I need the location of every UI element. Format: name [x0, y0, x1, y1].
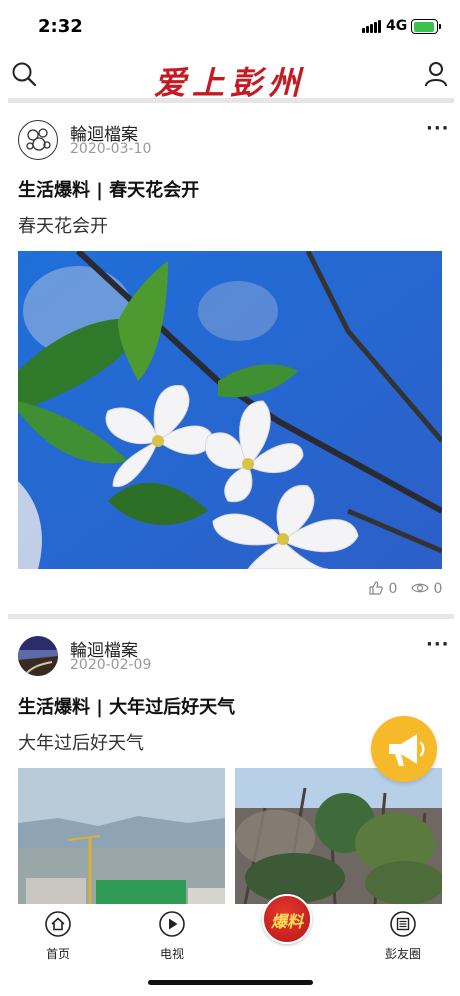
home-icon: [45, 911, 71, 937]
post-body: 春天花会开: [18, 216, 108, 237]
post-body: 大年过后好天气: [18, 733, 144, 754]
eye-icon: [411, 583, 429, 593]
post-image[interactable]: [18, 251, 442, 569]
tab-label: 彭友圈: [384, 947, 421, 961]
newspaper-icon: [390, 911, 416, 937]
tab-tv[interactable]: 电视: [142, 910, 202, 962]
play-icon: [159, 911, 185, 937]
view-count: 0: [433, 581, 443, 597]
post-date: 2020-02-09: [70, 657, 152, 673]
megaphone-fab[interactable]: [371, 716, 437, 782]
status-time: 2:32: [38, 16, 83, 37]
post-card[interactable]: 輪迴檔案 2020-03-10 ··· 生活爆料 | 春天花会开 春天花会开 0…: [0, 103, 460, 623]
views-indicator: 0: [411, 580, 442, 597]
battery-icon: [411, 19, 441, 34]
post-title[interactable]: 生活爆料 | 大年过后好天气: [18, 693, 235, 719]
tab-home[interactable]: 首页: [28, 910, 88, 962]
post-title[interactable]: 生活爆料 | 春天花会开: [18, 176, 199, 202]
avatar[interactable]: [18, 120, 58, 160]
tab-pengyouquan[interactable]: 彭友圈: [373, 910, 433, 962]
user-icon: [425, 62, 447, 87]
tab-label: 电视: [159, 947, 184, 961]
home-indicator: [148, 980, 313, 985]
post-date: 2020-03-10: [70, 141, 152, 157]
like-button[interactable]: 0: [368, 580, 397, 597]
post-image[interactable]: [235, 768, 442, 904]
status-bar: 2:32 4G: [0, 0, 460, 52]
signal-icon: [362, 20, 382, 33]
more-options-button[interactable]: ···: [426, 118, 450, 139]
megaphone-icon: [389, 734, 425, 766]
top-nav: 爱上彭州: [0, 52, 460, 102]
tab-baoliao[interactable]: 爆料: [262, 894, 312, 944]
network-label: 4G: [386, 18, 408, 34]
thumbs-up-icon: [369, 581, 383, 595]
tab-label: 首页: [45, 947, 70, 961]
avatar[interactable]: [18, 636, 58, 676]
more-options-button[interactable]: ···: [426, 634, 450, 655]
profile-button[interactable]: [422, 60, 450, 88]
like-count: 0: [388, 581, 398, 597]
baoliao-badge: 爆料: [270, 912, 303, 931]
post-image[interactable]: [18, 768, 225, 904]
